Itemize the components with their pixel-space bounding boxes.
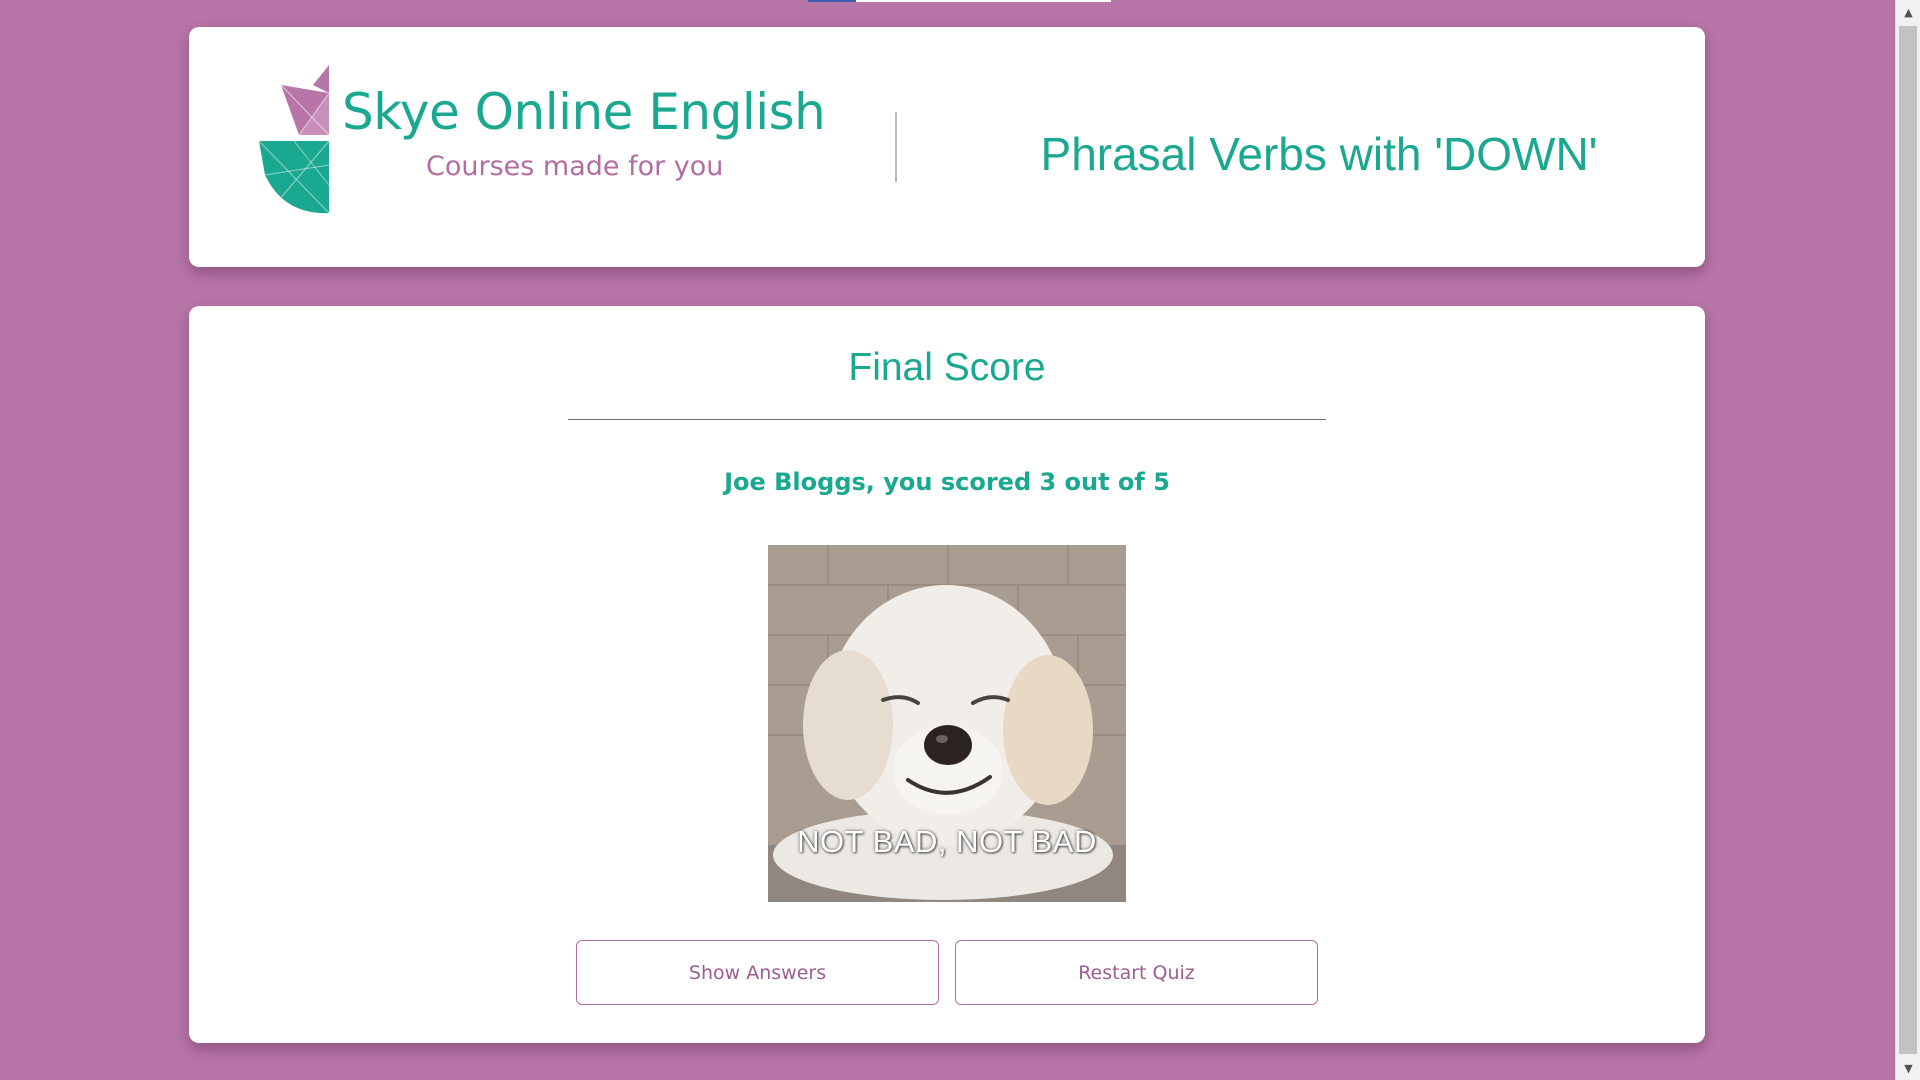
show-answers-button[interactable]: Show Answers	[576, 940, 939, 1005]
header-card: Skye Online English Courses made for you…	[189, 27, 1705, 267]
page-scrollbar[interactable]: ▲ ▼	[1895, 0, 1920, 1080]
final-score-heading: Final Score	[848, 346, 1046, 389]
quiz-title: Phrasal Verbs with 'DOWN'	[1040, 128, 1598, 180]
heading-divider	[568, 419, 1326, 420]
result-image-caption: NOT BAD, NOT BAD	[797, 824, 1097, 859]
geometric-leaf-logo-icon	[259, 65, 330, 214]
scroll-up-arrow-icon[interactable]: ▲	[1896, 0, 1920, 24]
results-card: Final Score Joe Bloggs, you scored 3 out…	[189, 306, 1705, 1043]
logo-tagline: Courses made for you	[426, 151, 724, 182]
scrollbar-thumb[interactable]	[1899, 26, 1917, 1054]
restart-quiz-button[interactable]: Restart Quiz	[955, 940, 1318, 1005]
site-logo[interactable]: Skye Online English Courses made for you	[259, 65, 829, 215]
progress-bar-fill	[808, 0, 857, 2]
score-message: Joe Bloggs, you scored 3 out of 5	[724, 468, 1170, 496]
progress-bar	[808, 0, 1111, 2]
scroll-down-arrow-icon[interactable]: ▼	[1896, 1056, 1920, 1080]
result-image: NOT BAD, NOT BAD	[768, 545, 1126, 902]
logo-title: Skye Online English	[342, 83, 826, 141]
header-divider	[895, 112, 897, 182]
